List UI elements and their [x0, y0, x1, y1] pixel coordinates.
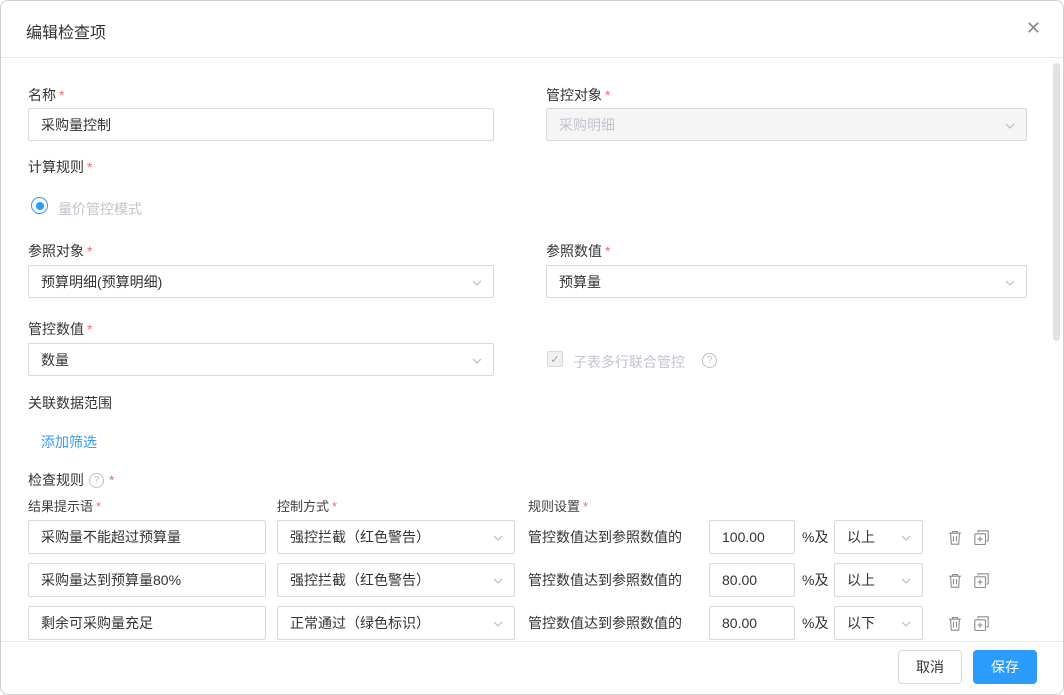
- delete-row-button[interactable]: [946, 614, 964, 632]
- header-control-method: 控制方式*: [277, 496, 337, 515]
- name-input[interactable]: [28, 108, 494, 141]
- chevron-down-icon: [900, 574, 912, 590]
- delete-row-button[interactable]: [946, 571, 964, 589]
- copy-plus-icon: [973, 615, 990, 632]
- copy-plus-icon: [973, 529, 990, 546]
- percent-input[interactable]: [709, 520, 795, 554]
- percent-input[interactable]: [709, 606, 795, 640]
- control-value-select[interactable]: 数量: [28, 343, 494, 376]
- chevron-down-icon: [471, 354, 483, 370]
- required-asterisk: *: [109, 472, 114, 488]
- chevron-down-icon: [900, 531, 912, 547]
- reference-value-label: 参照数值*: [546, 241, 610, 261]
- close-icon[interactable]: ✕: [1024, 17, 1043, 39]
- delete-row-button[interactable]: [946, 528, 964, 546]
- direction-select[interactable]: 以上: [834, 563, 923, 597]
- price-volume-mode-radio-label: 量价管控模式: [58, 199, 142, 219]
- trash-icon: [947, 529, 963, 546]
- checkmark-icon: ✓: [550, 353, 559, 366]
- rule-prefix-text: 管控数值达到参照数值的: [528, 563, 682, 597]
- required-asterisk: *: [332, 499, 337, 514]
- percent-input[interactable]: [709, 563, 795, 597]
- reference-object-value: 预算明细(预算明细): [41, 272, 162, 292]
- required-asterisk: *: [583, 499, 588, 514]
- chevron-down-icon: [492, 617, 504, 633]
- data-range-label: 关联数据范围: [28, 393, 112, 413]
- chevron-down-icon: [492, 531, 504, 547]
- joint-control-label: 子表多行联合管控: [573, 352, 685, 372]
- add-filter-link[interactable]: 添加筛选: [41, 432, 97, 452]
- reference-value-select[interactable]: 预算量: [546, 265, 1027, 298]
- header-result-prompt: 结果提示语*: [28, 496, 101, 515]
- reference-object-label: 参照对象*: [28, 241, 92, 261]
- percent-suffix-text: %及: [802, 563, 828, 597]
- percent-suffix-text: %及: [802, 606, 828, 640]
- scrollbar-thumb[interactable]: [1053, 63, 1060, 341]
- control-method-select[interactable]: 正常通过（绿色标识）: [277, 606, 515, 640]
- chevron-down-icon: [471, 276, 483, 292]
- required-asterisk: *: [87, 159, 92, 175]
- help-icon[interactable]: ?: [702, 353, 717, 368]
- result-prompt-input[interactable]: [28, 563, 266, 597]
- cancel-button[interactable]: 取消: [898, 650, 962, 684]
- required-asterisk: *: [87, 321, 92, 337]
- direction-select[interactable]: 以下: [834, 606, 923, 640]
- control-method-select[interactable]: 强控拦截（红色警告）: [277, 520, 515, 554]
- required-asterisk: *: [605, 243, 610, 259]
- control-method-select[interactable]: 强控拦截（红色警告）: [277, 563, 515, 597]
- calc-rule-label: 计算规则*: [28, 157, 92, 177]
- add-row-button[interactable]: [972, 571, 990, 589]
- name-field-label: 名称*: [28, 85, 64, 105]
- header-divider: [1, 57, 1063, 58]
- rule-row: 正常通过（绿色标识） 管控数值达到参照数值的 %及 以下: [1, 606, 1063, 640]
- price-volume-mode-radio[interactable]: [31, 197, 48, 214]
- rule-row: 强控拦截（红色警告） 管控数值达到参照数值的 %及 以上: [1, 563, 1063, 597]
- reference-value-value: 预算量: [559, 272, 601, 292]
- add-row-button[interactable]: [972, 528, 990, 546]
- rule-prefix-text: 管控数值达到参照数值的: [528, 606, 682, 640]
- control-object-value: 采购明细: [559, 115, 615, 135]
- chevron-down-icon: [900, 617, 912, 633]
- direction-select[interactable]: 以上: [834, 520, 923, 554]
- chevron-down-icon: [492, 574, 504, 590]
- trash-icon: [947, 615, 963, 632]
- joint-control-checkbox: ✓: [547, 351, 563, 367]
- percent-suffix-text: %及: [802, 520, 828, 554]
- save-button[interactable]: 保存: [973, 650, 1037, 684]
- dialog-title: 编辑检查项: [26, 19, 106, 43]
- control-object-label: 管控对象*: [546, 85, 610, 105]
- help-icon[interactable]: ?: [89, 473, 104, 488]
- trash-icon: [947, 572, 963, 589]
- add-row-button[interactable]: [972, 614, 990, 632]
- required-asterisk: *: [605, 87, 610, 103]
- rule-row: 强控拦截（红色警告） 管控数值达到参照数值的 %及 以上: [1, 520, 1063, 554]
- required-asterisk: *: [96, 499, 101, 514]
- control-value-label: 管控数值*: [28, 319, 92, 339]
- header-rule-settings: 规则设置*: [528, 496, 588, 515]
- required-asterisk: *: [59, 87, 64, 103]
- chevron-down-icon: [1004, 119, 1016, 135]
- reference-object-select[interactable]: 预算明细(预算明细): [28, 265, 494, 298]
- edit-check-item-dialog: 编辑检查项 ✕ 名称* 管控对象* 采购明细 计算规则* 量价管控模式 参照对象…: [0, 0, 1064, 695]
- control-object-select: 采购明细: [546, 108, 1027, 141]
- chevron-down-icon: [1004, 276, 1016, 292]
- control-value-value: 数量: [41, 350, 69, 370]
- copy-plus-icon: [973, 572, 990, 589]
- rule-prefix-text: 管控数值达到参照数值的: [528, 520, 682, 554]
- result-prompt-input[interactable]: [28, 520, 266, 554]
- footer-divider: [1, 641, 1063, 642]
- check-rules-label: 检查规则 ? *: [28, 470, 114, 490]
- required-asterisk: *: [87, 243, 92, 259]
- result-prompt-input[interactable]: [28, 606, 266, 640]
